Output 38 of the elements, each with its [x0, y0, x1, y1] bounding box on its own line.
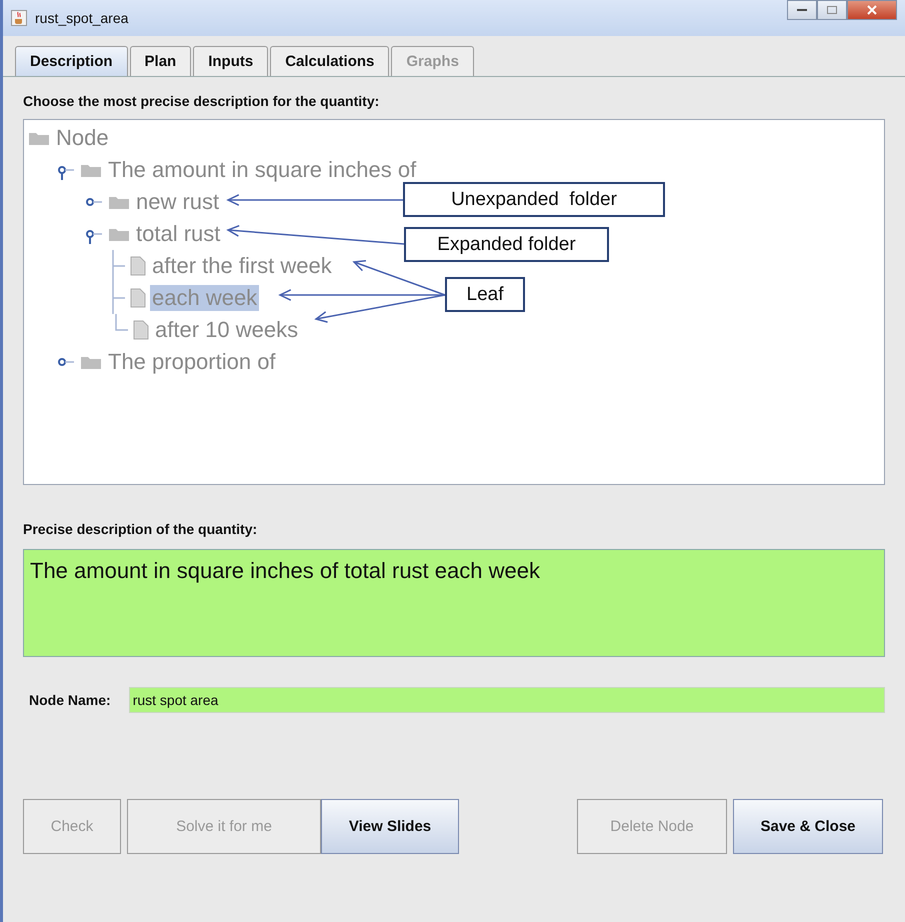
tree-item[interactable]: after 10 weeks	[153, 317, 300, 343]
tab[interactable]: Plan	[130, 46, 192, 76]
section-label: Choose the most precise description for the quantity:	[23, 92, 380, 111]
callout-label: Leaf	[445, 277, 525, 312]
tree-item[interactable]: after the first week	[150, 253, 334, 279]
folder-icon	[108, 194, 130, 210]
section-label: Precise description of the quantity:	[23, 520, 258, 539]
folder-icon	[28, 130, 50, 146]
tree-item[interactable]: Node	[54, 125, 111, 151]
callout-label: Expanded folder	[404, 227, 609, 262]
folder-icon	[80, 162, 102, 178]
close-icon	[867, 5, 877, 15]
tab[interactable]: Calculations	[270, 46, 390, 76]
folder-icon	[80, 354, 102, 370]
action-button[interactable]: View Slides	[321, 799, 459, 854]
document-icon	[130, 256, 146, 276]
minimize-button[interactable]	[787, 0, 817, 20]
tree-item[interactable]: The amount in square inches of	[106, 157, 418, 183]
coffee-cup-icon	[11, 10, 27, 26]
window-title: rust_spot_area	[35, 10, 128, 26]
field-label: Node Name:	[29, 692, 111, 708]
tree-item[interactable]: new rust	[134, 189, 222, 215]
document-icon	[133, 320, 149, 340]
action-button[interactable]: Save & Close	[733, 799, 883, 854]
minimize-icon	[797, 9, 807, 11]
document-icon	[130, 288, 146, 308]
tab[interactable]: Description	[15, 46, 128, 76]
callout-label: Unexpanded folder	[403, 182, 665, 217]
maximize-icon	[827, 6, 837, 14]
tree-item[interactable]: each week	[150, 285, 260, 311]
tree-item[interactable]: The proportion of	[106, 349, 278, 375]
input-field[interactable]: rust spot area	[128, 687, 885, 713]
tab[interactable]: Inputs	[193, 46, 268, 76]
close-button[interactable]	[847, 0, 897, 20]
tree-item[interactable]: total rust	[134, 221, 222, 247]
description-box: The amount in square inches of total rust each week	[23, 549, 885, 657]
folder-icon	[108, 226, 130, 242]
tree-line-icon	[112, 250, 126, 282]
